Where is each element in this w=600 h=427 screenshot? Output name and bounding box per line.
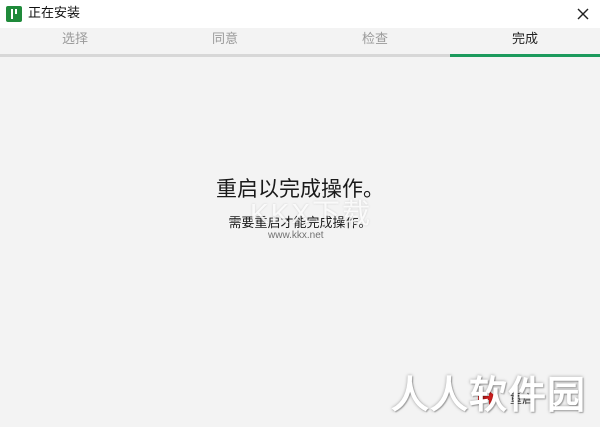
title-bar: 正在安装 (0, 0, 600, 28)
app-logo-icon (6, 6, 22, 22)
close-button[interactable] (566, 0, 600, 28)
tab-agree[interactable]: 同意 (150, 28, 300, 54)
installer-window: 正在安装 选择 同意 检查 完成 重启以完成操作。 需要重启才能完成操作。 KK… (0, 0, 600, 427)
kkx-watermark: KKX下载 (250, 198, 373, 229)
tab-track (0, 54, 450, 57)
close-icon (577, 8, 589, 20)
window-title: 正在安装 (28, 6, 81, 21)
kkx-url-watermark: www.kkx.net (268, 230, 324, 241)
tab-check[interactable]: 检查 (300, 28, 450, 54)
active-tab-indicator (450, 54, 600, 57)
tab-select[interactable]: 选择 (0, 28, 150, 54)
main-content: 重启以完成操作。 需要重启才能完成操作。 KKX下载 www.kkx.net 重… (0, 58, 600, 427)
step-tabs: 选择 同意 检查 完成 (0, 28, 600, 58)
tab-finish[interactable]: 完成 (450, 28, 600, 54)
site-watermark: 人人软件园 (390, 373, 586, 417)
